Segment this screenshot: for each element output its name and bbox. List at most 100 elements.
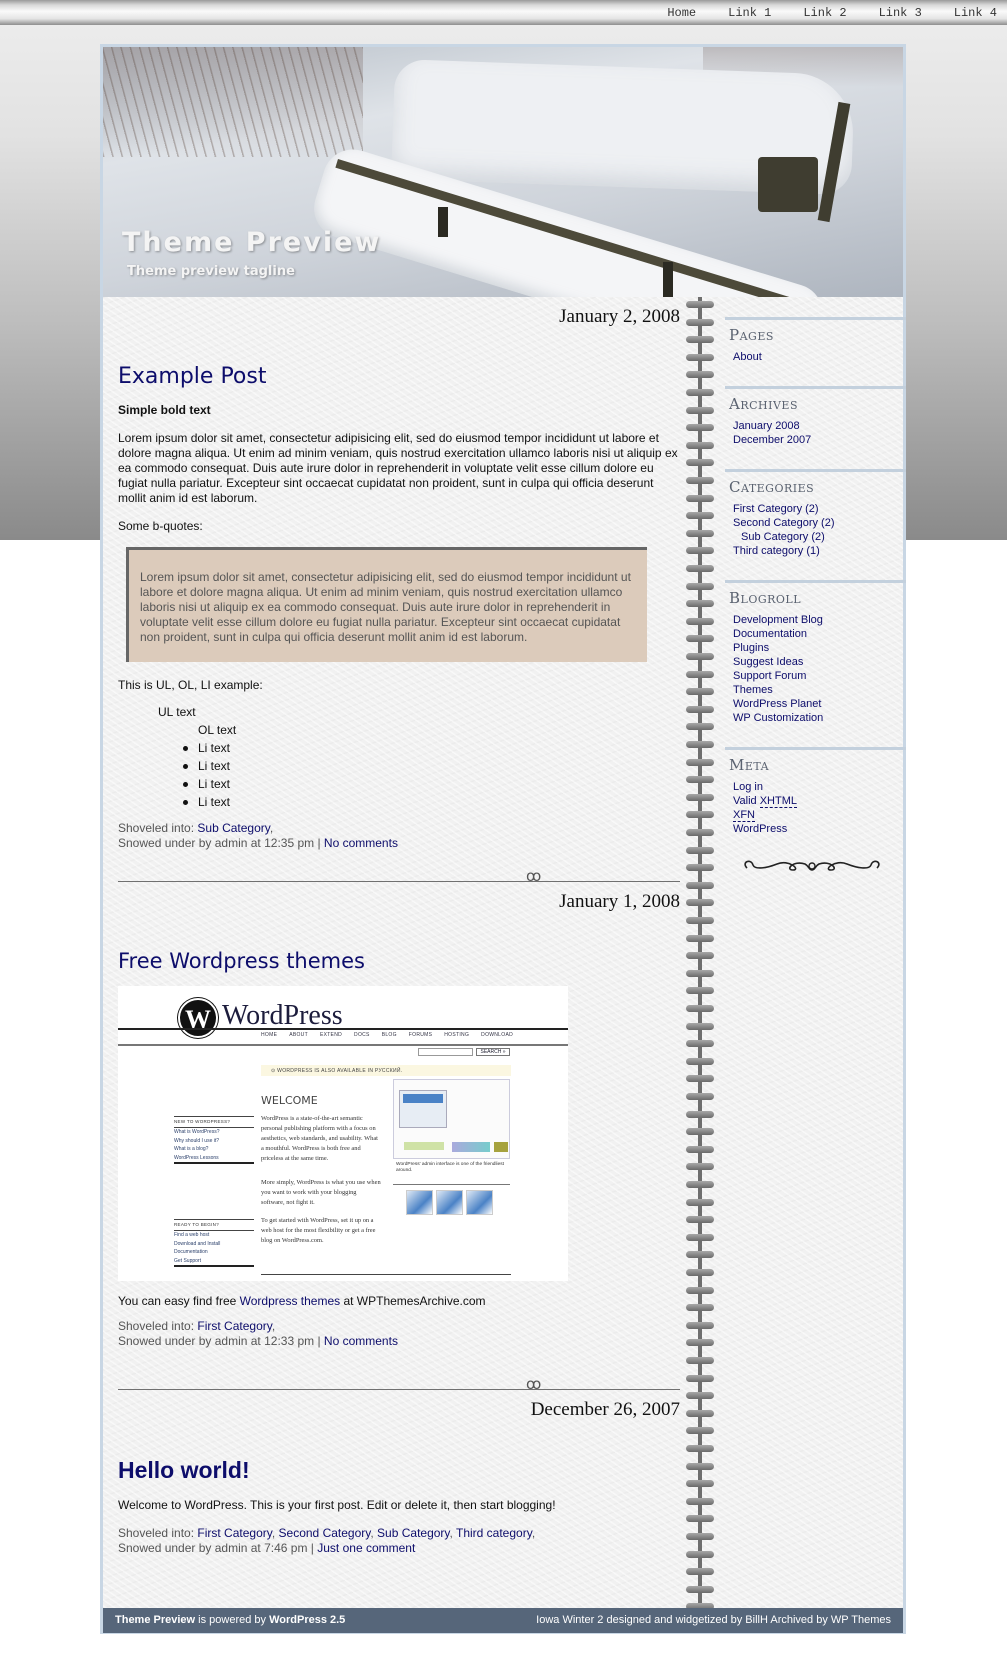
spiral-ring	[686, 670, 714, 678]
image-menu-item: DOWNLOAD	[481, 1032, 514, 1038]
top-nav: Home Link 1 Link 2 Link 3 Link 4	[635, 6, 997, 20]
widget-meta: Meta Log in Valid XHTML XFN WordPress	[725, 747, 906, 836]
spiral-ring	[686, 1304, 714, 1312]
sidebar-link-about[interactable]: About	[733, 351, 762, 363]
spiral-ring	[686, 494, 714, 502]
spiral-ring	[686, 1233, 714, 1241]
blogroll-link[interactable]: Documentation	[733, 628, 807, 640]
valid-xhtml-link[interactable]: Valid XHTML	[733, 795, 797, 808]
top-navigation-bar: Home Link 1 Link 2 Link 3 Link 4	[0, 0, 1007, 25]
wordpress-logo-icon: W	[178, 998, 218, 1038]
spiral-ring	[686, 793, 714, 801]
image-menu-item: HOSTING	[444, 1032, 470, 1038]
spiral-ring	[686, 1093, 714, 1100]
login-link[interactable]: Log in	[733, 781, 763, 793]
post-date: January 2, 2008	[559, 306, 680, 327]
spiral-ring	[686, 1480, 714, 1488]
list-item: Li text	[183, 793, 680, 811]
site-title[interactable]: Theme Preview	[122, 227, 381, 258]
category-link[interactable]: First Category	[197, 1526, 271, 1540]
archive-link[interactable]: December 2007	[733, 434, 811, 446]
wordpress-link[interactable]: WordPress	[733, 823, 787, 835]
meta-comma: ,	[271, 1319, 276, 1333]
spiral-ring	[686, 424, 714, 432]
category-link[interactable]: First Category (2)	[733, 503, 819, 515]
spiral-ring	[686, 1198, 714, 1206]
widget-pages: Pages About	[725, 317, 906, 364]
blogroll-link[interactable]: WordPress Planet	[733, 698, 821, 710]
post-meta: Shoveled into: First Category, Second Ca…	[118, 1526, 680, 1556]
example-lists: UL text OL text Li text Li text Li text …	[158, 703, 680, 811]
category-link[interactable]: Third category (1)	[733, 545, 820, 557]
image-thumb	[436, 1190, 463, 1215]
spiral-ring	[686, 811, 714, 819]
notebook-spiral-binding	[684, 297, 716, 1622]
list-intro: This is UL, OL, LI example:	[118, 678, 263, 692]
nav-link-home[interactable]: Home	[667, 6, 696, 20]
image-sidebox-title: NEW TO WORDPRESS?	[174, 1117, 254, 1128]
spiral-ring	[686, 688, 714, 696]
blogroll-link[interactable]: Plugins	[733, 642, 769, 654]
ul-text: UL text	[158, 705, 196, 719]
image-rule	[261, 1274, 511, 1275]
spiral-ring	[686, 318, 714, 326]
image-thumb	[466, 1190, 493, 1215]
nav-link-4[interactable]: Link 4	[954, 6, 997, 20]
category-link[interactable]: Sub Category	[197, 821, 270, 835]
comments-link[interactable]: No comments	[324, 836, 398, 850]
blogroll-link[interactable]: Development Blog	[733, 614, 823, 626]
image-menu-item: EXTEND	[319, 1032, 343, 1038]
bench-arm-image	[758, 157, 818, 212]
post-text: You can easy find free	[118, 1294, 240, 1308]
image-welcome: WELCOME	[261, 1094, 318, 1107]
blogroll-link[interactable]: Themes	[733, 684, 773, 696]
spiral-ring	[686, 406, 714, 414]
spiral-ring	[686, 934, 714, 942]
category-link[interactable]: Third category	[456, 1526, 532, 1540]
list-item: Li text	[183, 739, 680, 757]
footer-site-link[interactable]: Theme Preview	[115, 1614, 195, 1626]
footer-wordpress-link[interactable]: WordPress 2.5	[269, 1614, 345, 1626]
spiral-ring	[686, 1057, 714, 1065]
sidebar: Pages About Archives January 2008 Decemb…	[725, 297, 906, 879]
blogroll-link[interactable]: Support Forum	[733, 670, 806, 682]
post-title-link[interactable]: Example Post	[118, 364, 680, 389]
image-search-box	[418, 1048, 473, 1056]
post-meta: Shoveled into: Sub Category, Snowed unde…	[118, 821, 680, 851]
spiral-ring	[686, 1427, 714, 1435]
spiral-ring	[686, 1022, 714, 1030]
category-link[interactable]: First Category	[197, 1319, 271, 1333]
category-link[interactable]: Sub Category (2)	[741, 531, 825, 543]
xfn-link[interactable]: XFN	[733, 809, 755, 822]
wordpress-themes-link[interactable]: Wordpress themes	[240, 1294, 340, 1308]
archive-link[interactable]: January 2008	[733, 420, 800, 432]
nav-link-1[interactable]: Link 1	[728, 6, 771, 20]
spiral-ring	[686, 1462, 714, 1470]
wordpress-screenshot-image: W WordPress HOME ABOUT EXTEND DOCS BLOG …	[118, 986, 568, 1281]
post-title-link[interactable]: Hello world!	[118, 1457, 680, 1484]
blogroll-link[interactable]: WP Customization	[733, 712, 823, 724]
nav-link-3[interactable]: Link 3	[879, 6, 922, 20]
category-link[interactable]: Second Category	[279, 1526, 371, 1540]
post-title-link[interactable]: Free Wordpress themes	[118, 949, 680, 973]
spiral-ring	[686, 1339, 714, 1347]
spiral-ring	[686, 1181, 714, 1188]
spiral-ring	[686, 1550, 714, 1558]
image-theme-screenshot	[399, 1090, 447, 1128]
image-sidebox-item: Find a web host	[174, 1232, 210, 1238]
category-link[interactable]: Sub Category	[377, 1526, 450, 1540]
spiral-ring	[686, 829, 714, 836]
footer: Theme Preview is powered by WordPress 2.…	[103, 1608, 903, 1633]
header-banner: Theme Preview Theme preview tagline	[103, 47, 903, 297]
comments-link[interactable]: Just one comment	[317, 1541, 415, 1555]
spiral-ring	[686, 1357, 714, 1364]
comments-link[interactable]: No comments	[324, 1334, 398, 1348]
spiral-ring	[686, 1533, 714, 1540]
category-link[interactable]: Second Category (2)	[733, 517, 835, 529]
posts-column: January 2, 2008 Example Post Simple bold…	[118, 297, 680, 1556]
blogroll-link[interactable]: Suggest Ideas	[733, 656, 803, 668]
nav-link-2[interactable]: Link 2	[803, 6, 846, 20]
meta-comma: ,	[271, 1526, 279, 1540]
spiral-ring	[686, 301, 714, 308]
image-theme-box	[393, 1079, 510, 1159]
